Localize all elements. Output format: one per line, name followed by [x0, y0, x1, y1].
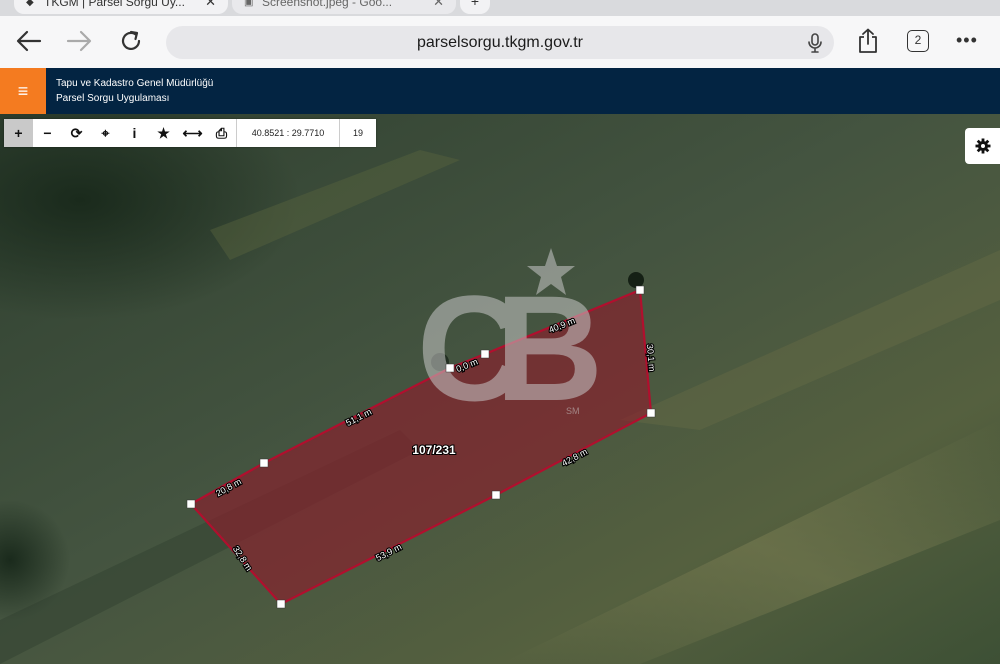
tab-title: Screenshot.jpeg - Goo...	[262, 0, 393, 9]
app-header: ≡ Tapu ve Kadastro Genel Müdürlüğü Parse…	[0, 68, 1000, 114]
vertex-handle[interactable]	[635, 285, 645, 295]
map-toolbar: + − ⟳ ⌖ i ★ ⟷ ⎙ 40.8521 : 29.7710 19	[4, 119, 376, 147]
settings-button[interactable]	[965, 128, 1000, 164]
watermark-logo: CB SM	[417, 248, 627, 432]
vertex-handle[interactable]	[480, 349, 490, 359]
arrow-left-icon	[16, 30, 42, 52]
watermark-mark: SM	[566, 406, 580, 416]
vertex-handle[interactable]	[276, 599, 286, 609]
new-tab-button[interactable]: +	[460, 0, 490, 14]
satellite-map[interactable]: CB SM 0,0 m 40,9 m 30,1 m 42,8 m 53,9 m …	[0, 114, 1000, 664]
app-title-line2: Parsel Sorgu Uygulaması	[56, 93, 170, 104]
info-button[interactable]: i	[120, 119, 149, 147]
zoom-in-button[interactable]: +	[4, 119, 33, 147]
share-button[interactable]	[853, 26, 883, 56]
forward-button[interactable]	[64, 26, 94, 56]
vertex-handle[interactable]	[445, 363, 455, 373]
url-text: parselsorgu.tkgm.gov.tr	[417, 34, 583, 51]
print-button[interactable]: ⎙	[207, 119, 236, 147]
image-icon: ▣	[244, 0, 254, 8]
map-view[interactable]: CB SM 0,0 m 40,9 m 30,1 m 42,8 m 53,9 m …	[0, 114, 1000, 664]
tab-count-button[interactable]: 2	[907, 30, 929, 52]
browser-tab-strip: ◆ TKGM | Parsel Sorgu Uy... ✕ ▣ Screensh…	[0, 0, 1000, 16]
close-icon[interactable]: ✕	[433, 0, 444, 10]
vertex-handle[interactable]	[646, 408, 656, 418]
back-button[interactable]	[14, 26, 44, 56]
tab-title: TKGM | Parsel Sorgu Uy...	[44, 0, 185, 9]
vertex-handle[interactable]	[259, 458, 269, 468]
coordinates-readout: 40.8521 : 29.7710	[236, 119, 339, 147]
zoom-out-button[interactable]: −	[33, 119, 62, 147]
app-title-line1: Tapu ve Kadastro Genel Müdürlüğü	[56, 78, 214, 89]
address-bar[interactable]: parselsorgu.tkgm.gov.tr	[166, 26, 834, 59]
reload-button[interactable]	[116, 26, 146, 56]
browser-tab-active[interactable]: ◆ TKGM | Parsel Sorgu Uy... ✕	[14, 0, 228, 14]
reload-icon	[121, 30, 141, 50]
browser-toolbar: parselsorgu.tkgm.gov.tr 2 •••	[0, 16, 1000, 68]
gear-icon	[975, 138, 990, 154]
favorite-button[interactable]: ★	[149, 119, 178, 147]
vertex-handle[interactable]	[186, 499, 196, 509]
share-icon	[859, 28, 877, 53]
refresh-button[interactable]: ⟳	[62, 119, 91, 147]
location-pin-icon: ◆	[26, 0, 34, 8]
browser-tab-inactive[interactable]: ▣ Screenshot.jpeg - Goo... ✕	[232, 0, 456, 14]
parcel-label: 107/231	[412, 443, 456, 457]
measure-button[interactable]: ⟷	[178, 119, 207, 147]
tree	[628, 272, 644, 288]
close-icon[interactable]: ✕	[205, 0, 216, 10]
microphone-icon[interactable]	[806, 32, 824, 54]
zoom-level-readout: 19	[339, 119, 376, 147]
locate-button[interactable]: ⌖	[91, 119, 120, 147]
hamburger-menu-button[interactable]: ≡	[0, 68, 46, 114]
vertex-handle[interactable]	[491, 490, 501, 500]
app-title: Tapu ve Kadastro Genel Müdürlüğü Parsel …	[56, 76, 213, 106]
arrow-right-icon	[66, 30, 92, 52]
more-options-button[interactable]: •••	[956, 31, 978, 49]
